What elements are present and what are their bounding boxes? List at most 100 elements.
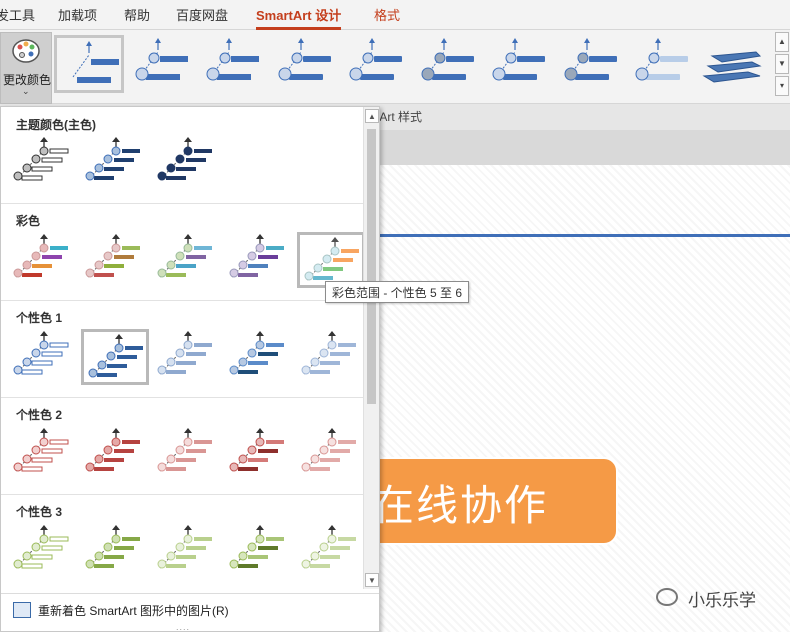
smartart-style-preview-icon [492,38,545,81]
tab-format[interactable]: 格式 [374,5,400,24]
smartart-style-preview-icon [206,38,259,81]
section-title-accent3: 个性色 3 [16,505,63,519]
color-scheme-option[interactable] [81,135,149,191]
gallery-scroll: ▲ ▼ ▾ [775,32,790,96]
change-colors-dropdown: 主题颜色(主色) 彩色 个性色 1 个性色 2 个性色 3 ▲ ▼ 重新着色 S… [0,106,380,632]
ribbon-tab-bar: 发工具 加载项 帮助 百度网盘 SmartArt 设计 格式 [0,0,790,30]
tab-developer[interactable]: 发工具 [0,5,35,24]
smartart-style-option[interactable] [269,35,339,93]
color-scheme-option[interactable] [297,329,365,385]
smartart-styles-gallery [54,32,772,96]
section-title-accent2: 个性色 2 [16,408,63,422]
color-scheme-preview-icon [301,525,356,569]
color-scheme-preview-icon [301,331,356,375]
color-scheme-option[interactable] [297,426,365,482]
section-divider [1,203,363,204]
smartart-style-preview-icon [72,41,119,83]
section-title-accent1: 个性色 1 [16,311,63,325]
color-scheme-option[interactable] [9,426,77,482]
smartart-style-option[interactable] [340,35,410,93]
smartart-style-preview-icon [278,38,331,81]
color-scheme-preview-icon [13,525,69,569]
color-scheme-preview-icon [229,428,284,472]
color-scheme-option[interactable] [225,329,293,385]
color-scheme-preview-icon [157,428,212,472]
canvas-top-strip [380,130,790,165]
slide-title-text: 在线协作 [372,481,549,530]
smartart-style-preview-icon [349,38,402,81]
tab-baidu-netdisk[interactable]: 百度网盘 [176,5,228,24]
color-scheme-option[interactable] [225,232,293,288]
gallery-scroll-up-button[interactable]: ▲ [775,32,789,52]
color-scheme-preview-icon [229,234,284,278]
section-divider [1,494,363,495]
smartart-style-option[interactable] [698,35,768,93]
slide-divider-line [380,234,790,237]
color-scheme-option[interactable] [9,135,77,191]
color-scheme-option[interactable] [9,329,77,385]
smartart-style-preview-icon [421,38,474,81]
color-scheme-preview-icon [13,331,69,375]
smartart-style-option[interactable] [197,35,267,93]
smartart-style-option[interactable] [54,35,124,93]
color-scheme-option[interactable] [153,232,221,288]
color-scheme-option[interactable] [153,135,221,191]
smartart-style-option[interactable] [555,35,625,93]
color-scheme-option[interactable] [9,523,77,579]
section-divider [1,300,363,301]
color-scheme-option[interactable] [225,523,293,579]
color-scheme-preview-icon [85,428,140,472]
color-scheme-option[interactable] [297,232,365,288]
color-scheme-preview-icon [88,334,143,378]
smartart-style-option[interactable] [626,35,696,93]
resize-grip-icon[interactable]: .... [176,622,190,632]
color-scheme-preview-icon [157,525,212,569]
color-scheme-preview-icon [301,428,356,472]
palette-icon [12,39,40,63]
smartart-style-preview-icon [635,38,688,81]
smartart-style-option[interactable] [483,35,553,93]
section-title-colorful: 彩色 [16,214,41,228]
color-scheme-option[interactable] [81,329,149,385]
smartart-style-preview-icon [564,38,617,81]
gallery-more-button[interactable]: ▾ [775,76,789,96]
recolor-pictures-label: 重新着色 SmartArt 图形中的图片(R) [38,604,229,618]
color-scheme-preview-icon [13,428,69,472]
color-scheme-option[interactable] [225,426,293,482]
tab-help[interactable]: 帮助 [124,5,150,24]
scroll-up-arrow-icon[interactable]: ▲ [365,109,379,123]
color-scheme-preview-icon [157,137,212,181]
smartart-style-option[interactable] [126,35,196,93]
color-scheme-preview-icon [229,331,284,375]
change-colors-button[interactable]: 更改颜色 ⌄ [0,32,52,104]
color-scheme-option[interactable] [153,523,221,579]
recolor-pictures-option[interactable]: 重新着色 SmartArt 图形中的图片(R) .... [1,593,379,632]
scrollbar-thumb[interactable] [367,129,376,404]
color-scheme-option[interactable] [153,329,221,385]
color-scheme-preview-icon [13,234,68,278]
watermark-text: 小乐乐学 [688,591,756,610]
smartart-style-option[interactable] [412,35,482,93]
color-scheme-preview-icon [157,234,212,278]
color-scheme-preview-icon [85,234,140,278]
color-scheme-option[interactable] [81,523,149,579]
color-scheme-option[interactable] [81,232,149,288]
tab-addins[interactable]: 加载项 [58,5,97,24]
color-scheme-preview-icon [85,137,140,181]
color-scheme-option[interactable] [297,523,365,579]
color-scheme-preview-icon [229,525,284,569]
scroll-down-arrow-icon[interactable]: ▼ [365,573,379,587]
color-scheme-option[interactable] [9,232,77,288]
gallery-scroll-down-button[interactable]: ▼ [775,54,789,74]
color-scheme-option[interactable] [81,426,149,482]
picture-icon [13,602,31,618]
dropdown-scrollbar[interactable]: ▲ ▼ [363,107,379,589]
wechat-icon [656,588,678,606]
smartart-style-preview-icon [701,51,762,83]
ribbon-body: 更改颜色 ⌄ ▲ ▼ ▾ [0,30,790,104]
tab-smartart-design[interactable]: SmartArt 设计 [256,5,342,30]
section-title-theme: 主题颜色(主色) [16,118,96,132]
color-scheme-option[interactable] [153,426,221,482]
color-scheme-preview-icon [13,137,69,181]
smartart-style-preview-icon [135,38,188,81]
